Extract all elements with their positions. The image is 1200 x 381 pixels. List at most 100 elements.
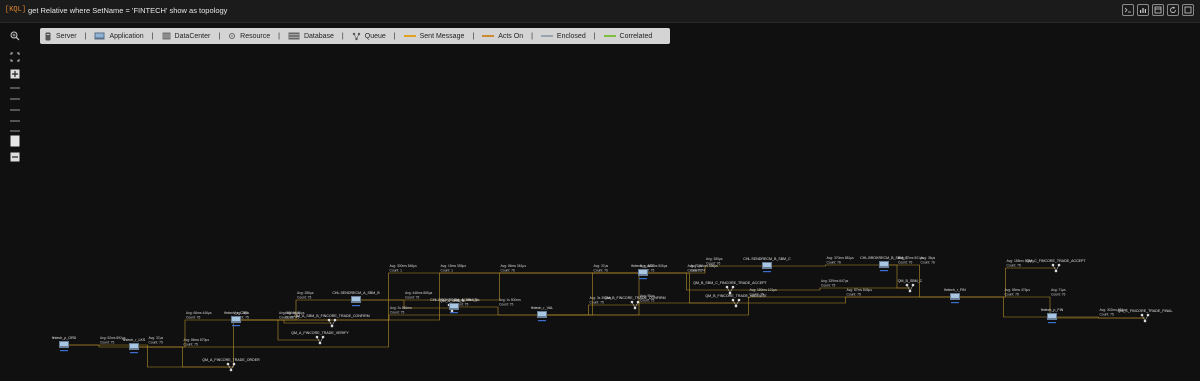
edge-avg-label: Avg: 339ms 647µs: [821, 279, 849, 283]
terminal-icon[interactable]: [1122, 4, 1134, 16]
queue-node[interactable]: QM_B_FINCORE_TRADE_CONFIRM: [604, 296, 666, 310]
edge-count-label: Count: 75: [297, 296, 311, 300]
node-label: CHL.BROKRECM_B_SBM_C: [860, 256, 908, 260]
edge-avg-label: Avg: 2s 866ms: [390, 306, 412, 310]
edge-count-label: Count: 75: [390, 311, 404, 315]
edge-avg-label: Avg: 37µs: [149, 336, 164, 340]
node-label: QM_A_SBM_B_FINCORE_TRADE_CONFIRM: [294, 314, 369, 318]
node-label: QM_A_FINCORE_TRADE_VERIFY: [291, 331, 349, 335]
application-node[interactable]: fintech_r_FIN: [944, 288, 966, 304]
application-node[interactable]: CHL.SENDRECM_A_SBM_B: [332, 291, 380, 307]
node-label: QM_B_SBM_C_FINCORE_TRADE_ACCEPT: [693, 281, 767, 285]
node-label: QM_B_FINCORE_TRADE_VALIDATE: [705, 294, 767, 298]
edge-count-label: Count: 75: [1005, 293, 1019, 297]
edge-line[interactable]: [134, 346, 231, 368]
edge-avg-label: Avg: 86ms 870µs: [184, 338, 210, 342]
edge-count-label: Count: 75: [1007, 264, 1021, 268]
application-icon: [638, 269, 648, 280]
application-icon: [762, 262, 772, 273]
edge-avg-label: Avg: 85ms 476µs: [1005, 288, 1031, 292]
node-label: fintech_r_FIN: [944, 288, 966, 292]
edge-avg-label: Avg: 15ms 355µs: [441, 264, 467, 268]
edge-avg-label: Avg: 86ms 361µs: [501, 264, 527, 268]
node-label: QM_B_FINCORE_TRADE_CONFIRM: [604, 296, 665, 300]
edge-count-label: Count: 75: [149, 341, 163, 345]
edge-line[interactable]: [736, 296, 955, 304]
edge-avg-label: Avg: 71µs: [1051, 288, 1066, 292]
edge-line[interactable]: [236, 319, 332, 324]
edge-line[interactable]: [134, 272, 643, 348]
window-icon[interactable]: [1152, 4, 1164, 16]
edge-avg-label: Avg: 87ms 846µs: [847, 288, 873, 292]
node-label: fintech_p_ORD: [52, 336, 77, 340]
edge-count-label: Count: 74: [691, 269, 705, 273]
edge-avg-label: Avg: 37µs: [594, 264, 609, 268]
expand-icon[interactable]: [1182, 4, 1194, 16]
edge-avg-label: Avg: 304ms 396µs: [691, 264, 719, 268]
application-icon: [879, 261, 889, 272]
application-icon: [59, 341, 69, 352]
application-node[interactable]: fintech_r_VAL: [531, 306, 553, 322]
edge-count-label: Count: 75: [184, 343, 198, 347]
edge-avg-label: Avg: 66ms 446µs: [186, 311, 212, 315]
node-label: QM_C_FINCORE_TRADE_ACCEPT: [1026, 259, 1086, 263]
node-label: fintech_r_CUS: [224, 311, 248, 315]
edge-count-label: Count: 1: [441, 269, 454, 273]
application-icon: [129, 343, 139, 354]
refresh-icon[interactable]: [1167, 4, 1179, 16]
edge-avg-label: Avg: 300ms 846µs: [390, 264, 418, 268]
topology-graph[interactable]: Avg: 52ms 892µsCount: 75Avg: 86ms 870µsC…: [0, 22, 1200, 381]
application-node[interactable]: CHL.BROKRECM_A_SBM_B: [430, 298, 478, 314]
edge-avg-label: Avg: 36µs: [921, 256, 936, 260]
queue-node[interactable]: QM_B_FINCORE_TRADE_VALIDATE: [705, 294, 767, 308]
edge-avg-label: Avg: 355µs: [706, 257, 723, 261]
query-input[interactable]: get Relative where SetName = 'FINTECH' s…: [28, 6, 227, 15]
edge-count-label: Count: 75: [499, 303, 513, 307]
application-node[interactable]: fintech_p_FIN: [1041, 308, 1064, 324]
queue-node[interactable]: QM_A_FINCORE_TRADE_ORDER: [202, 358, 260, 372]
edge-count-label: Count: 75: [100, 341, 114, 345]
edge-avg-label: Avg: 1s 500ms: [499, 298, 521, 302]
application-icon: [351, 296, 361, 307]
edge-line[interactable]: [64, 344, 231, 368]
node-label: fintech_p_FIN: [1041, 308, 1064, 312]
edge-avg-label: Avg: 286µs: [297, 291, 314, 295]
edge-count-label: Count: 76: [921, 261, 935, 265]
application-node[interactable]: fintech_p_ORD: [52, 336, 77, 352]
node-label: fintech_r_VAL: [531, 306, 553, 310]
edge-line[interactable]: [955, 296, 1052, 318]
queue-node[interactable]: QM_C_FINCORE_TRADE_FINAL: [1118, 309, 1173, 323]
edge-count-label: Count: 76: [501, 269, 515, 273]
application-icon: [537, 311, 547, 322]
queue-node[interactable]: QM_C_FINCORE_TRADE_ACCEPT: [1026, 259, 1086, 273]
edge-line[interactable]: [542, 304, 635, 316]
edge-count-label: Count: 1: [390, 269, 403, 273]
edge-count-label: Count: 75: [405, 296, 419, 300]
chart-icon[interactable]: [1137, 4, 1149, 16]
edge-avg-label: Avg: 180ms 121µs: [750, 288, 778, 292]
edge-count-label: Count: 76: [594, 269, 608, 273]
edge-avg-label: Avg: 448ms 865µs: [405, 291, 433, 295]
application-node[interactable]: fintech_r_LKS: [123, 338, 146, 354]
queue-node[interactable]: QM_A_FINCORE_TRADE_VERIFY: [291, 331, 349, 345]
node-label: CHL.SENDRECM_B_SBM_C: [743, 257, 791, 261]
node-label: QM_C_FINCORE_TRADE_FINAL: [1118, 309, 1173, 313]
edge-count-label: Count: 75: [847, 293, 861, 297]
node-label: QM_B_SBM_C: [898, 279, 923, 283]
edge-count-label: Count: 76: [186, 316, 200, 320]
top-bar: [KQL] get Relative where SetName = 'FINT…: [0, 0, 1200, 23]
kql-badge[interactable]: [KQL]: [5, 6, 26, 14]
edge-line[interactable]: [767, 264, 884, 267]
edge-avg-label: Avg: 370ms 881µs: [827, 256, 855, 260]
top-actions: [1122, 4, 1194, 16]
application-node[interactable]: CHL.SENDRECM_B_SBM_C: [743, 257, 791, 273]
edge-count-label: Count: 75: [1100, 313, 1114, 317]
edge-line[interactable]: [454, 306, 542, 316]
edge-line[interactable]: [542, 272, 643, 316]
application-icon: [1047, 313, 1057, 324]
edge-count-label: Count: 76: [827, 261, 841, 265]
queue-node[interactable]: QM_A_SBM_B_FINCORE_TRADE_CONFIRM: [294, 314, 370, 328]
queue-node[interactable]: QM_B_SBM_C: [898, 279, 923, 293]
node-label: QM_A_FINCORE_TRADE_ORDER: [202, 358, 260, 362]
node-label: CHL.SENDRECM_A_SBM_B: [332, 291, 380, 295]
